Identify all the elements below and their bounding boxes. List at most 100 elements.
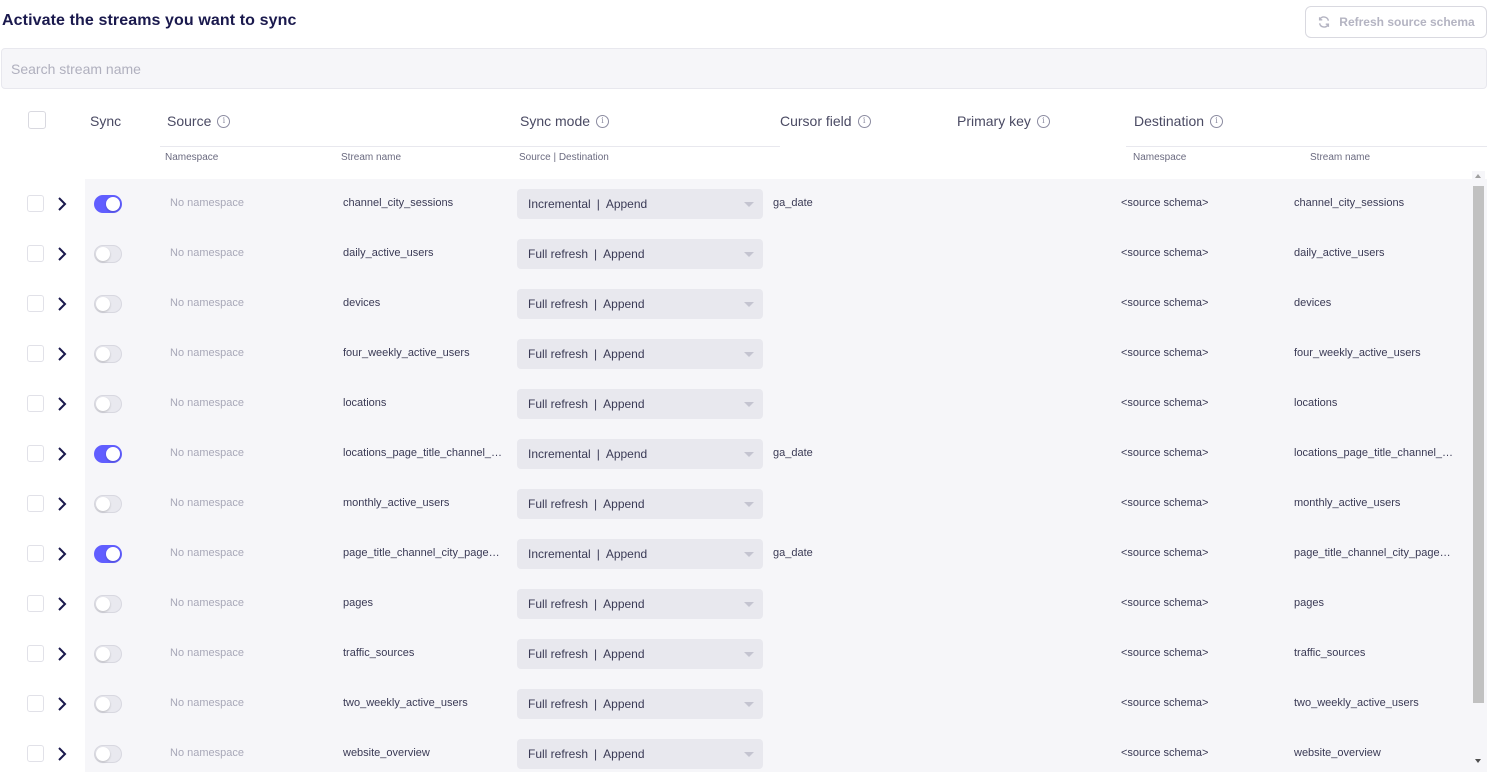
sync-mode-dropdown[interactable]: Full refresh | Append xyxy=(517,389,763,419)
row-checkbox[interactable] xyxy=(27,295,44,312)
destination-namespace: <source schema> xyxy=(1121,397,1209,409)
sync-toggle[interactable] xyxy=(94,495,122,513)
chevron-right-icon[interactable] xyxy=(55,446,69,462)
source-namespace: No namespace xyxy=(170,597,244,609)
chevron-right-icon[interactable] xyxy=(55,546,69,562)
destination-stream-name: locations_page_title_channel_cit... xyxy=(1294,447,1456,459)
sync-mode-dropdown[interactable]: Full refresh | Append xyxy=(517,239,763,269)
table-row: No namespace devices Full refresh | Append <s… xyxy=(0,279,1470,329)
refresh-icon xyxy=(1319,16,1330,28)
chevron-right-icon[interactable] xyxy=(55,646,69,662)
sync-toggle[interactable] xyxy=(94,245,122,263)
sync-mode-dropdown[interactable]: Full refresh | Append xyxy=(517,739,763,769)
search-input[interactable] xyxy=(11,60,1486,77)
sync-toggle[interactable] xyxy=(94,295,122,313)
sync-toggle[interactable] xyxy=(94,345,122,363)
sync-mode-dropdown[interactable]: Incremental | Append xyxy=(517,189,763,219)
toggle-knob xyxy=(96,347,110,361)
info-icon[interactable]: i xyxy=(857,114,871,128)
sync-mode-dropdown[interactable]: Incremental | Append xyxy=(517,539,763,569)
chevron-right-icon[interactable] xyxy=(55,196,69,212)
destination-stream-name: website_overview xyxy=(1294,747,1381,759)
sync-mode-dropdown[interactable]: Full refresh | Append xyxy=(517,589,763,619)
header-source-label: Source xyxy=(167,113,212,129)
chevron-right-icon[interactable] xyxy=(55,496,69,512)
destination-stream-name: monthly_active_users xyxy=(1294,497,1401,509)
info-icon[interactable]: i xyxy=(217,114,231,128)
chevron-right-icon[interactable] xyxy=(55,746,69,762)
sync-toggle[interactable] xyxy=(94,695,122,713)
sync-mode-dropdown[interactable]: Full refresh | Append xyxy=(517,639,763,669)
refresh-source-schema-button[interactable]: Refresh source schema xyxy=(1305,6,1487,38)
sync-mode-destination: Append xyxy=(605,447,648,461)
row-checkbox[interactable] xyxy=(27,745,44,762)
sync-toggle[interactable] xyxy=(94,195,122,213)
sync-mode-dropdown[interactable]: Incremental | Append xyxy=(517,439,763,469)
row-checkbox[interactable] xyxy=(27,495,44,512)
scrollbar-thumb[interactable] xyxy=(1473,186,1484,703)
sync-mode-dropdown[interactable]: Full refresh | Append xyxy=(517,689,763,719)
cursor-field: ga_date xyxy=(773,547,813,559)
sync-mode-destination: Append xyxy=(605,547,648,561)
row-checkbox[interactable] xyxy=(27,395,44,412)
header-cursor-field: Cursor field i xyxy=(780,113,871,129)
info-icon[interactable]: i xyxy=(596,114,610,128)
destination-namespace: <source schema> xyxy=(1121,247,1209,259)
row-checkbox[interactable] xyxy=(27,545,44,562)
sync-mode-separator: | xyxy=(594,597,598,611)
toggle-knob xyxy=(96,647,110,661)
row-checkbox[interactable] xyxy=(27,695,44,712)
sync-mode-destination: Append xyxy=(603,397,645,411)
subheader-sync-mode: Source | Destination xyxy=(519,152,609,163)
source-stream-name: channel_city_sessions xyxy=(343,197,454,209)
destination-stream-name: channel_city_sessions xyxy=(1294,197,1405,209)
row-checkbox[interactable] xyxy=(27,445,44,462)
sync-toggle[interactable] xyxy=(94,645,122,663)
sync-toggle[interactable] xyxy=(94,395,122,413)
source-namespace: No namespace xyxy=(170,497,244,509)
sync-toggle[interactable] xyxy=(94,445,122,463)
chevron-right-icon[interactable] xyxy=(55,296,69,312)
sync-toggle[interactable] xyxy=(94,545,122,563)
scroll-up-arrow-icon[interactable] xyxy=(1475,174,1481,178)
info-icon[interactable]: i xyxy=(1036,114,1050,128)
source-namespace: No namespace xyxy=(170,447,244,459)
chevron-right-icon[interactable] xyxy=(55,596,69,612)
chevron-right-icon[interactable] xyxy=(55,696,69,712)
row-checkbox[interactable] xyxy=(27,195,44,212)
sync-mode-destination: Append xyxy=(603,647,645,661)
source-stream-name: page_title_channel_city_pagevie... xyxy=(343,547,505,559)
row-checkbox[interactable] xyxy=(27,645,44,662)
select-all-checkbox[interactable] xyxy=(28,111,46,129)
header-destination: Destination i xyxy=(1134,113,1224,129)
chevron-right-icon[interactable] xyxy=(55,346,69,362)
caret-down-icon xyxy=(744,452,754,457)
destination-namespace: <source schema> xyxy=(1121,347,1209,359)
row-checkbox[interactable] xyxy=(27,245,44,262)
sync-toggle[interactable] xyxy=(94,595,122,613)
sync-mode-dropdown[interactable]: Full refresh | Append xyxy=(517,289,763,319)
refresh-button-label: Refresh source schema xyxy=(1339,15,1475,29)
source-namespace: No namespace xyxy=(170,747,244,759)
chevron-right-icon[interactable] xyxy=(55,246,69,262)
row-checkbox[interactable] xyxy=(27,595,44,612)
sync-mode-separator: | xyxy=(594,497,598,511)
sync-mode-destination: Append xyxy=(603,747,645,761)
source-stream-name: daily_active_users xyxy=(343,247,434,259)
table-row: No namespace daily_active_users Full refre… xyxy=(0,229,1470,279)
chevron-right-icon[interactable] xyxy=(55,396,69,412)
info-icon[interactable]: i xyxy=(1210,114,1224,128)
scroll-down-arrow-icon[interactable] xyxy=(1475,759,1481,763)
sync-mode-source: Full refresh xyxy=(528,297,589,311)
row-checkbox[interactable] xyxy=(27,345,44,362)
sync-mode-dropdown[interactable]: Full refresh | Append xyxy=(517,339,763,369)
search-bar xyxy=(1,48,1487,89)
sync-toggle[interactable] xyxy=(94,745,122,763)
sync-mode-dropdown[interactable]: Full refresh | Append xyxy=(517,489,763,519)
destination-namespace: <source schema> xyxy=(1121,697,1209,709)
sync-mode-separator: | xyxy=(594,747,598,761)
header-divider xyxy=(160,146,780,147)
destination-stream-name: devices xyxy=(1294,297,1332,309)
toggle-knob xyxy=(96,697,110,711)
sync-mode-source: Full refresh xyxy=(528,697,589,711)
